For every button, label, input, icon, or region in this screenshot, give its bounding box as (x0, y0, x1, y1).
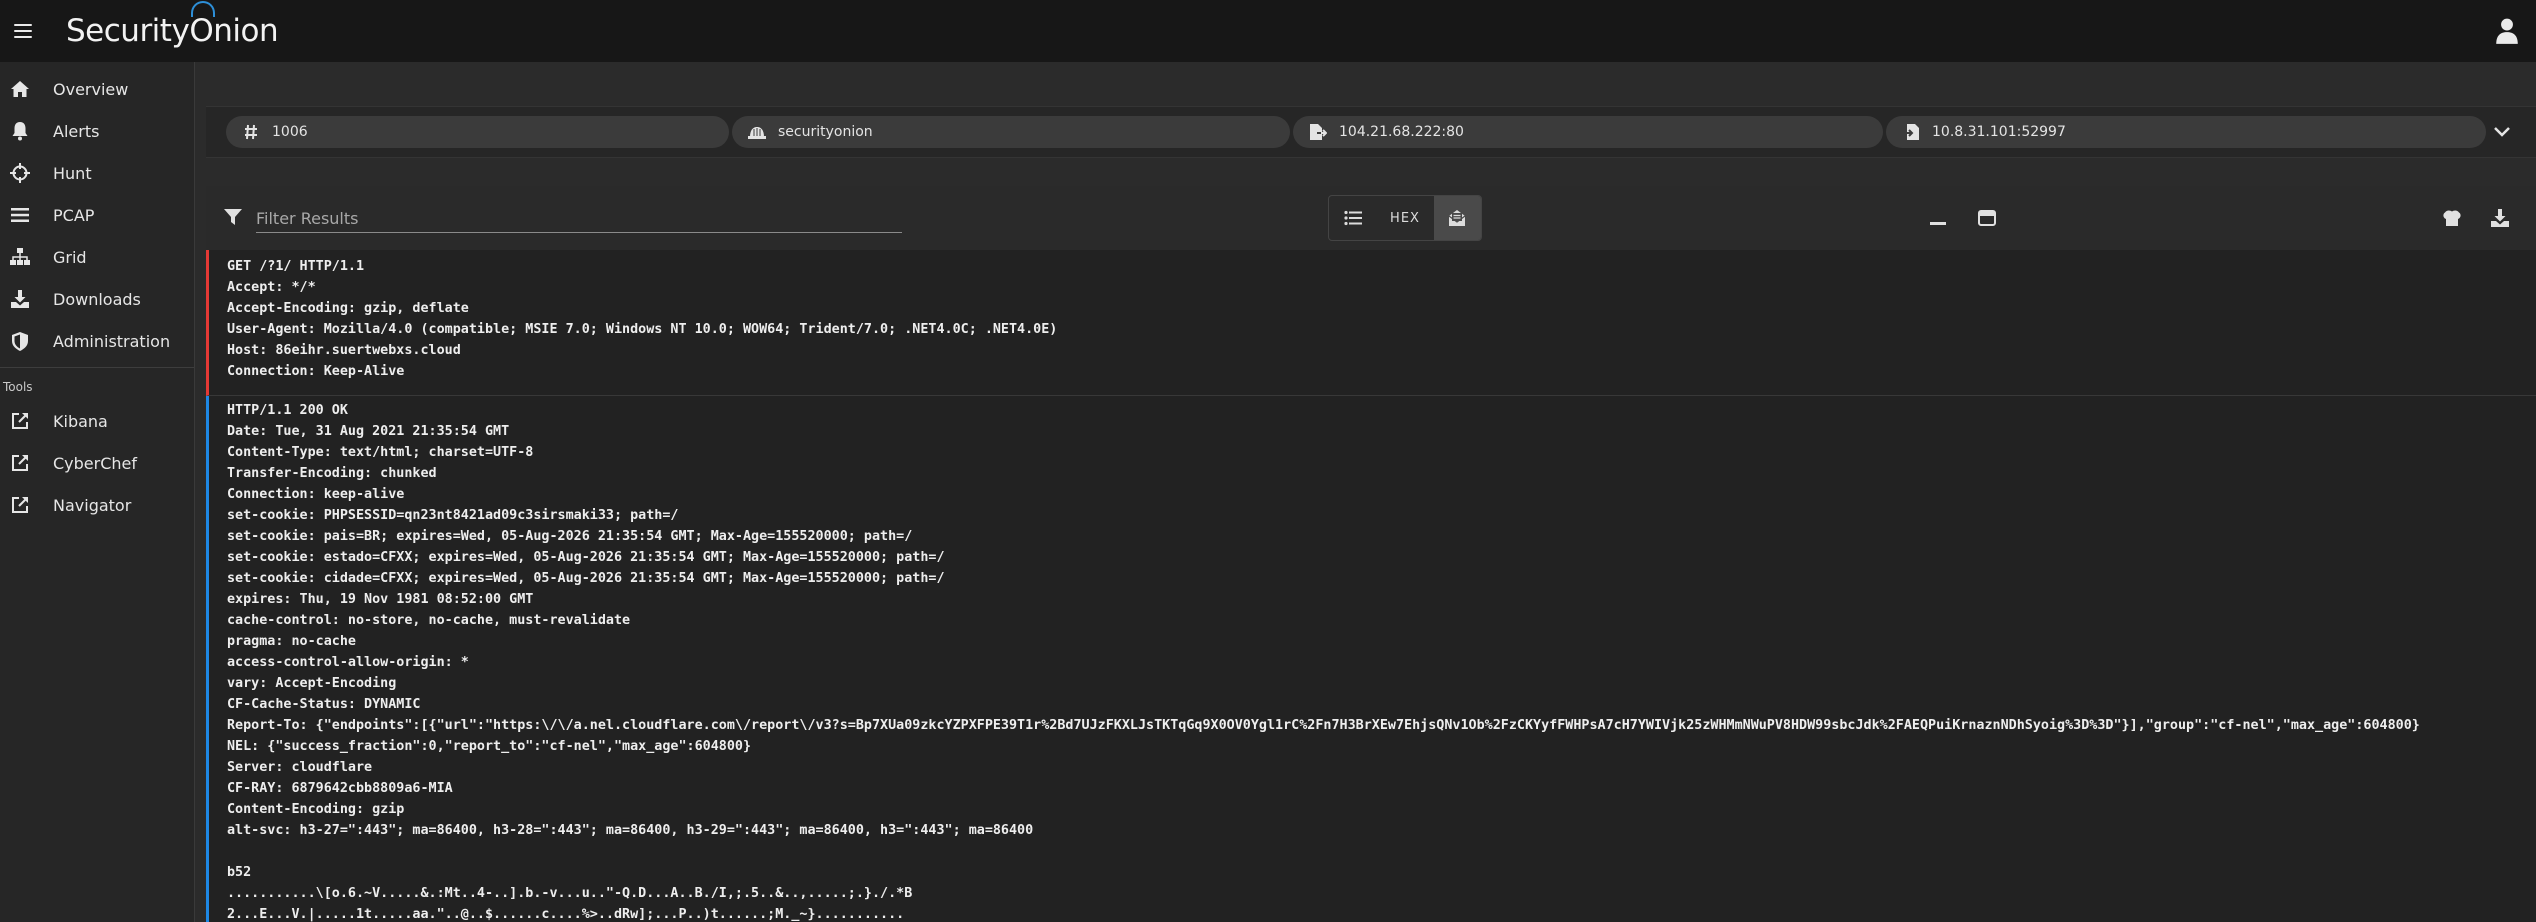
stream-line: NEL: {"success_fraction":0,"report_to":"… (227, 739, 752, 754)
stream-line: Accept-Encoding: gzip, deflate (227, 301, 469, 316)
external-link-icon (10, 495, 30, 515)
source-filter-chip[interactable]: 10.8.31.101:52997 (1886, 116, 2486, 148)
sidebar-item-pcap[interactable]: PCAP (0, 194, 194, 236)
id-filter-chip[interactable]: 1006 (226, 116, 729, 148)
stream-line: Report-To: {"endpoints":[{"url":"https:\… (227, 718, 2420, 733)
external-link-icon (10, 411, 30, 431)
stream-line: Transfer-Encoding: chunked (227, 466, 437, 481)
stream-line: Host: 86eihr.suertwebxs.cloud (227, 343, 461, 358)
stream-line: set-cookie: pais=BR; expires=Wed, 05-Aug… (227, 529, 913, 544)
stream-line: b52 (227, 865, 252, 880)
shield-icon (10, 331, 30, 351)
sidebar-item-overview[interactable]: Overview (0, 68, 194, 110)
sidebar-item-hunt[interactable]: Hunt (0, 152, 194, 194)
client-request-segment: GET /?1/ HTTP/1.1 Accept: */* Accept-Encod… (206, 250, 2536, 396)
stream-line: CF-RAY: 6879642cbb8809a6-MIA (227, 781, 453, 796)
filter-pill-bar: 1006 securityonion 104.21.68.222:80 10.8… (206, 106, 2536, 158)
bars-icon (10, 205, 30, 225)
stream-line: Accept: */* (227, 280, 316, 295)
sensor-hat-icon (748, 123, 766, 141)
sensor-filter-chip[interactable]: securityonion (732, 116, 1290, 148)
stream-line: User-Agent: Mozilla/4.0 (compatible; MSI… (227, 322, 1058, 337)
destination-filter-chip[interactable]: 104.21.68.222:80 (1293, 116, 1883, 148)
hex-view-button[interactable]: HEX (1376, 196, 1433, 240)
sidebar: Overview Alerts Hunt PCAP Grid Downloads… (0, 62, 195, 922)
crosshairs-icon (10, 163, 30, 183)
stream-line: set-cookie: cidade=CFXX; expires=Wed, 05… (227, 571, 945, 586)
stream-line: Date: Tue, 31 Aug 2021 21:35:54 GMT (227, 424, 510, 439)
home-icon (10, 79, 30, 99)
pcap-toolbar: HEX (206, 186, 2536, 250)
stream-line: cache-control: no-store, no-cache, must-… (227, 613, 631, 628)
download-icon (2491, 209, 2509, 227)
hashtag-icon (242, 123, 260, 141)
stream-line: Content-Type: text/html; charset=UTF-8 (227, 445, 534, 460)
envelope-open-text-icon (1448, 210, 1466, 226)
stream-line: 2...E...V.|.....1t.....aa."..@..$......c… (227, 907, 905, 922)
stream-line: CF-Cache-Status: DYNAMIC (227, 697, 421, 712)
external-link-icon (10, 453, 30, 473)
sidebar-item-grid[interactable]: Grid (0, 236, 194, 278)
menu-icon[interactable] (14, 24, 32, 38)
collapse-all-button[interactable] (1927, 208, 1949, 228)
window-minimize-icon (1930, 222, 1946, 225)
window-maximize-icon (1978, 210, 1996, 226)
list-icon (1344, 210, 1362, 226)
expand-all-button[interactable] (1976, 208, 1998, 228)
stream-line: set-cookie: PHPSESSID=qn23nt8421ad09c3si… (227, 508, 679, 523)
stream-line: HTTP/1.1 200 OK (227, 403, 348, 418)
sitemap-icon (10, 247, 30, 267)
stream-line: pragma: no-cache (227, 634, 356, 649)
user-account-icon[interactable] (2494, 17, 2520, 45)
download-icon (10, 289, 30, 309)
filter-icon (224, 209, 242, 225)
stream-line: ...........\[o.6.~V.....&.:Mt..4-..].b.-… (227, 886, 913, 901)
sidebar-item-kibana[interactable]: Kibana (0, 400, 194, 442)
stream-line: Connection: keep-alive (227, 487, 405, 502)
send-to-cyberchef-button[interactable] (2441, 208, 2463, 228)
stream-transcript: GET /?1/ HTTP/1.1 Accept: */* Accept-Encod… (206, 250, 2536, 922)
stream-line: Content-Encoding: gzip (227, 802, 405, 817)
stream-line: set-cookie: estado=CFXX; expires=Wed, 05… (227, 550, 945, 565)
sidebar-item-administration[interactable]: Administration (0, 320, 194, 362)
chef-hat-icon (2443, 210, 2461, 226)
sidebar-item-cyberchef[interactable]: CyberChef (0, 442, 194, 484)
chevron-down-icon[interactable] (2492, 122, 2512, 142)
main-content: 1006 securityonion 104.21.68.222:80 10.8… (196, 62, 2536, 922)
onion-swirl-icon (191, 1, 216, 17)
stream-line: Server: cloudflare (227, 760, 373, 775)
download-pcap-button[interactable] (2489, 208, 2511, 228)
file-export-icon (1309, 123, 1327, 141)
sidebar-item-alerts[interactable]: Alerts (0, 110, 194, 152)
stream-line: vary: Accept-Encoding (227, 676, 397, 691)
security-onion-logo[interactable]: Security Onion (66, 1, 279, 49)
text-view-button[interactable] (1433, 196, 1481, 240)
bell-icon (10, 121, 30, 141)
stream-line (227, 841, 2536, 862)
sidebar-item-downloads[interactable]: Downloads (0, 278, 194, 320)
tools-section-label: Tools (3, 380, 33, 394)
filter-results-input[interactable] (256, 204, 902, 233)
stream-line: access-control-allow-origin: * (227, 655, 469, 670)
stream-line: Connection: Keep-Alive (227, 364, 405, 379)
stream-line: expires: Thu, 19 Nov 1981 08:52:00 GMT (227, 592, 534, 607)
server-response-segment: HTTP/1.1 200 OK Date: Tue, 31 Aug 2021 21… (206, 396, 2536, 922)
file-import-icon (1902, 123, 1920, 141)
view-mode-toggle: HEX (1328, 195, 1482, 241)
stream-line: alt-svc: h3-27=":443"; ma=86400, h3-28="… (227, 823, 1034, 838)
list-view-button[interactable] (1329, 196, 1376, 240)
stream-line: GET /?1/ HTTP/1.1 (227, 259, 365, 274)
sidebar-item-navigator[interactable]: Navigator (0, 484, 194, 526)
pcap-stream-card: HEX GET /?1/ HTTP/1.1 Accept: */* Accept-E… (206, 186, 2536, 922)
app-bar: Security Onion (0, 0, 2536, 62)
